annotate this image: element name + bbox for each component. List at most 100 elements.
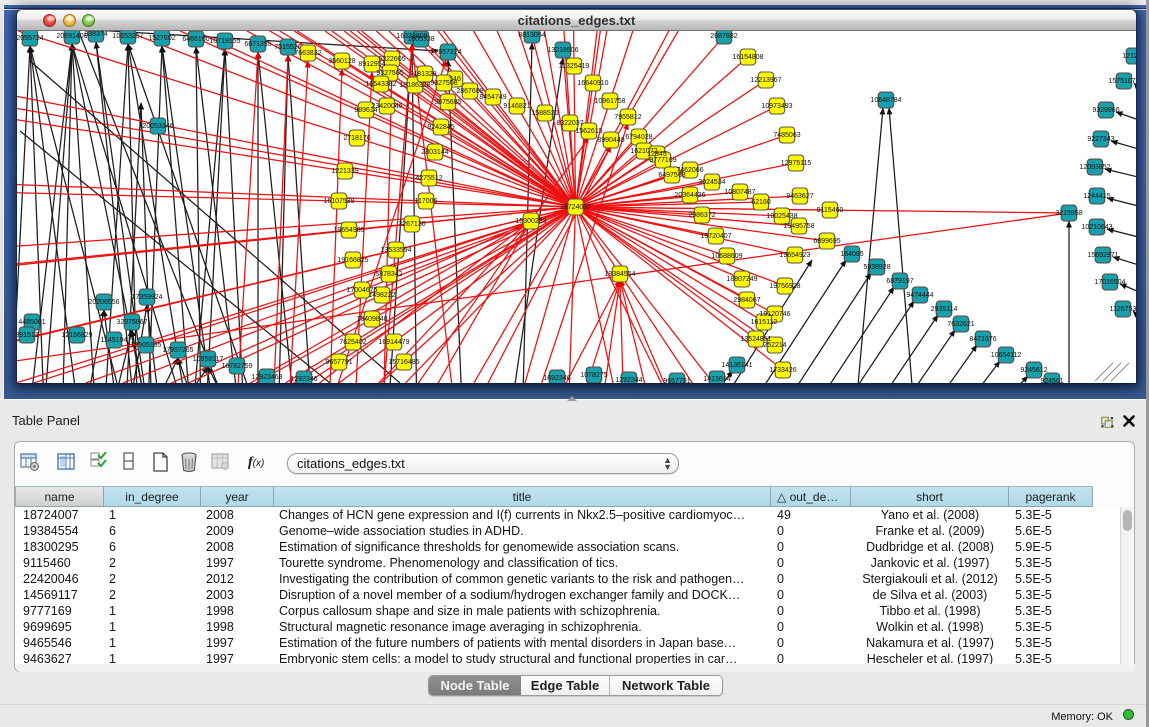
svg-text:8990448: 8990448 (597, 137, 624, 144)
svg-text:9115460: 9115460 (817, 207, 844, 214)
svg-text:19756928: 19756928 (769, 283, 800, 290)
svg-text:1244415: 1244415 (1083, 193, 1110, 200)
svg-text:10654112: 10654112 (991, 352, 1022, 359)
svg-text:20053346: 20053346 (142, 123, 173, 130)
svg-text:5322605: 5322605 (378, 56, 405, 63)
svg-text:16640910: 16640910 (577, 80, 608, 87)
svg-text:2718176: 2718176 (343, 135, 370, 142)
svg-text:10958117: 10958117 (193, 356, 224, 363)
svg-text:1498222: 1498222 (368, 292, 395, 299)
svg-text:9463627: 9463627 (786, 193, 813, 200)
svg-text:32975867: 32975867 (116, 319, 147, 326)
svg-text:18186328: 18186328 (399, 82, 430, 89)
svg-text:19384554: 19384554 (604, 271, 635, 278)
svg-text:16107539: 16107539 (323, 198, 354, 205)
svg-text:15495758: 15495758 (783, 223, 814, 230)
svg-text:3024534: 3024534 (698, 179, 725, 186)
svg-text:12213967: 12213967 (750, 77, 781, 84)
svg-text:924561: 924561 (1040, 378, 1063, 383)
svg-text:1605338: 1605338 (407, 36, 434, 43)
svg-text:1078275: 1078275 (580, 372, 607, 379)
svg-text:391513: 391513 (17, 332, 39, 339)
svg-text:18807249: 18807249 (726, 276, 757, 283)
svg-text:252214: 252214 (763, 342, 786, 349)
svg-text:17957265: 17957265 (162, 347, 193, 354)
svg-text:5878342: 5878342 (375, 271, 402, 278)
svg-text:17359924: 17359924 (131, 294, 162, 301)
svg-text:938374: 938374 (84, 31, 107, 38)
svg-text:15692971: 15692971 (1087, 252, 1118, 259)
svg-text:10973493: 10973493 (761, 103, 792, 110)
svg-text:1145194: 1145194 (101, 337, 128, 344)
svg-text:10807487: 10807487 (724, 189, 755, 196)
svg-text:117006: 117006 (415, 198, 438, 205)
svg-text:19654985: 19654985 (333, 227, 364, 234)
svg-text:7462066: 7462066 (676, 167, 703, 174)
svg-text:6671355: 6671355 (244, 41, 271, 48)
svg-text:16914479: 16914479 (378, 339, 409, 346)
svg-text:9474444: 9474444 (906, 292, 933, 299)
svg-text:14136141: 14136141 (721, 362, 752, 369)
svg-text:7857224: 7857224 (434, 49, 461, 56)
svg-text:989614: 989614 (354, 107, 377, 114)
svg-text:9327505: 9327505 (376, 70, 403, 77)
svg-text:3660128: 3660128 (328, 58, 355, 65)
svg-text:15409848: 15409848 (356, 316, 387, 323)
svg-text:15300253: 15300253 (515, 218, 546, 225)
svg-text:12975115: 12975115 (781, 160, 812, 167)
svg-text:9657791: 9657791 (663, 378, 690, 383)
svg-text:3267130: 3267130 (398, 221, 425, 228)
svg-text:4485001: 4485001 (18, 319, 45, 326)
svg-text:1562615: 1562615 (575, 128, 602, 135)
svg-text:2055724: 2055724 (17, 35, 44, 42)
svg-text:1221339: 1221339 (331, 168, 358, 175)
svg-text:19654923: 19654923 (779, 252, 810, 259)
svg-text:3675685: 3675685 (434, 99, 461, 106)
svg-text:6794028: 6794028 (625, 134, 652, 141)
svg-text:1126753: 1126753 (1110, 306, 1136, 313)
svg-text:9657791: 9657791 (325, 359, 352, 366)
svg-text:8813054: 8813054 (518, 32, 545, 39)
svg-text:6466160: 6466160 (182, 36, 209, 43)
svg-text:7485063: 7485063 (773, 132, 800, 139)
svg-text:6899695: 6899695 (813, 238, 840, 245)
svg-text:8471676: 8471676 (969, 336, 996, 343)
svg-text:1733426: 1733426 (769, 367, 796, 374)
svg-text:9146821: 9146821 (503, 103, 530, 110)
svg-text:181328: 181328 (413, 71, 436, 78)
svg-text:15716485: 15716485 (388, 359, 419, 366)
svg-text:12505185: 12505185 (130, 342, 161, 349)
svg-text:9245612: 9245612 (1020, 367, 1047, 374)
svg-text:121245: 121245 (1122, 53, 1136, 60)
svg-text:9329966: 9329966 (1092, 107, 1119, 114)
svg-text:10025438: 10025438 (766, 213, 797, 220)
svg-text:3215958: 3215958 (1055, 210, 1082, 217)
svg-text:10688609: 10688609 (711, 253, 742, 260)
svg-text:5938928: 5938928 (863, 264, 890, 271)
svg-text:9327508: 9327508 (430, 80, 457, 87)
svg-text:15751074: 15751074 (1108, 78, 1136, 85)
svg-text:1692346: 1692346 (543, 375, 570, 382)
svg-text:2803144: 2803144 (421, 149, 448, 156)
svg-text:7625402: 7625402 (339, 339, 366, 346)
svg-text:13533594: 13533594 (380, 247, 411, 254)
svg-text:20691406: 20691406 (56, 33, 87, 40)
svg-text:1527602: 1527602 (148, 35, 175, 42)
svg-text:20206556: 20206556 (88, 299, 119, 306)
svg-text:2984067: 2984067 (733, 297, 760, 304)
svg-text:18724007: 18724007 (560, 204, 591, 211)
svg-text:2935114: 2935114 (931, 306, 958, 313)
svg-text:15720407: 15720407 (700, 233, 731, 240)
svg-text:12093852: 12093852 (1079, 164, 1110, 171)
svg-text:2687682: 2687682 (710, 33, 737, 40)
svg-text:1292346: 1292346 (290, 376, 317, 383)
svg-text:19120746: 19120746 (759, 311, 790, 318)
svg-text:19166825: 19166825 (337, 257, 368, 264)
svg-text:7632621: 7632621 (947, 321, 974, 328)
svg-text:16154808: 16154808 (732, 54, 763, 61)
svg-text:10719155: 10719155 (209, 38, 240, 45)
svg-text:7663822: 7663822 (294, 50, 321, 57)
svg-text:1292344: 1292344 (615, 377, 642, 383)
svg-text:62160: 62160 (751, 199, 771, 206)
svg-text:2986372: 2986372 (688, 212, 715, 219)
